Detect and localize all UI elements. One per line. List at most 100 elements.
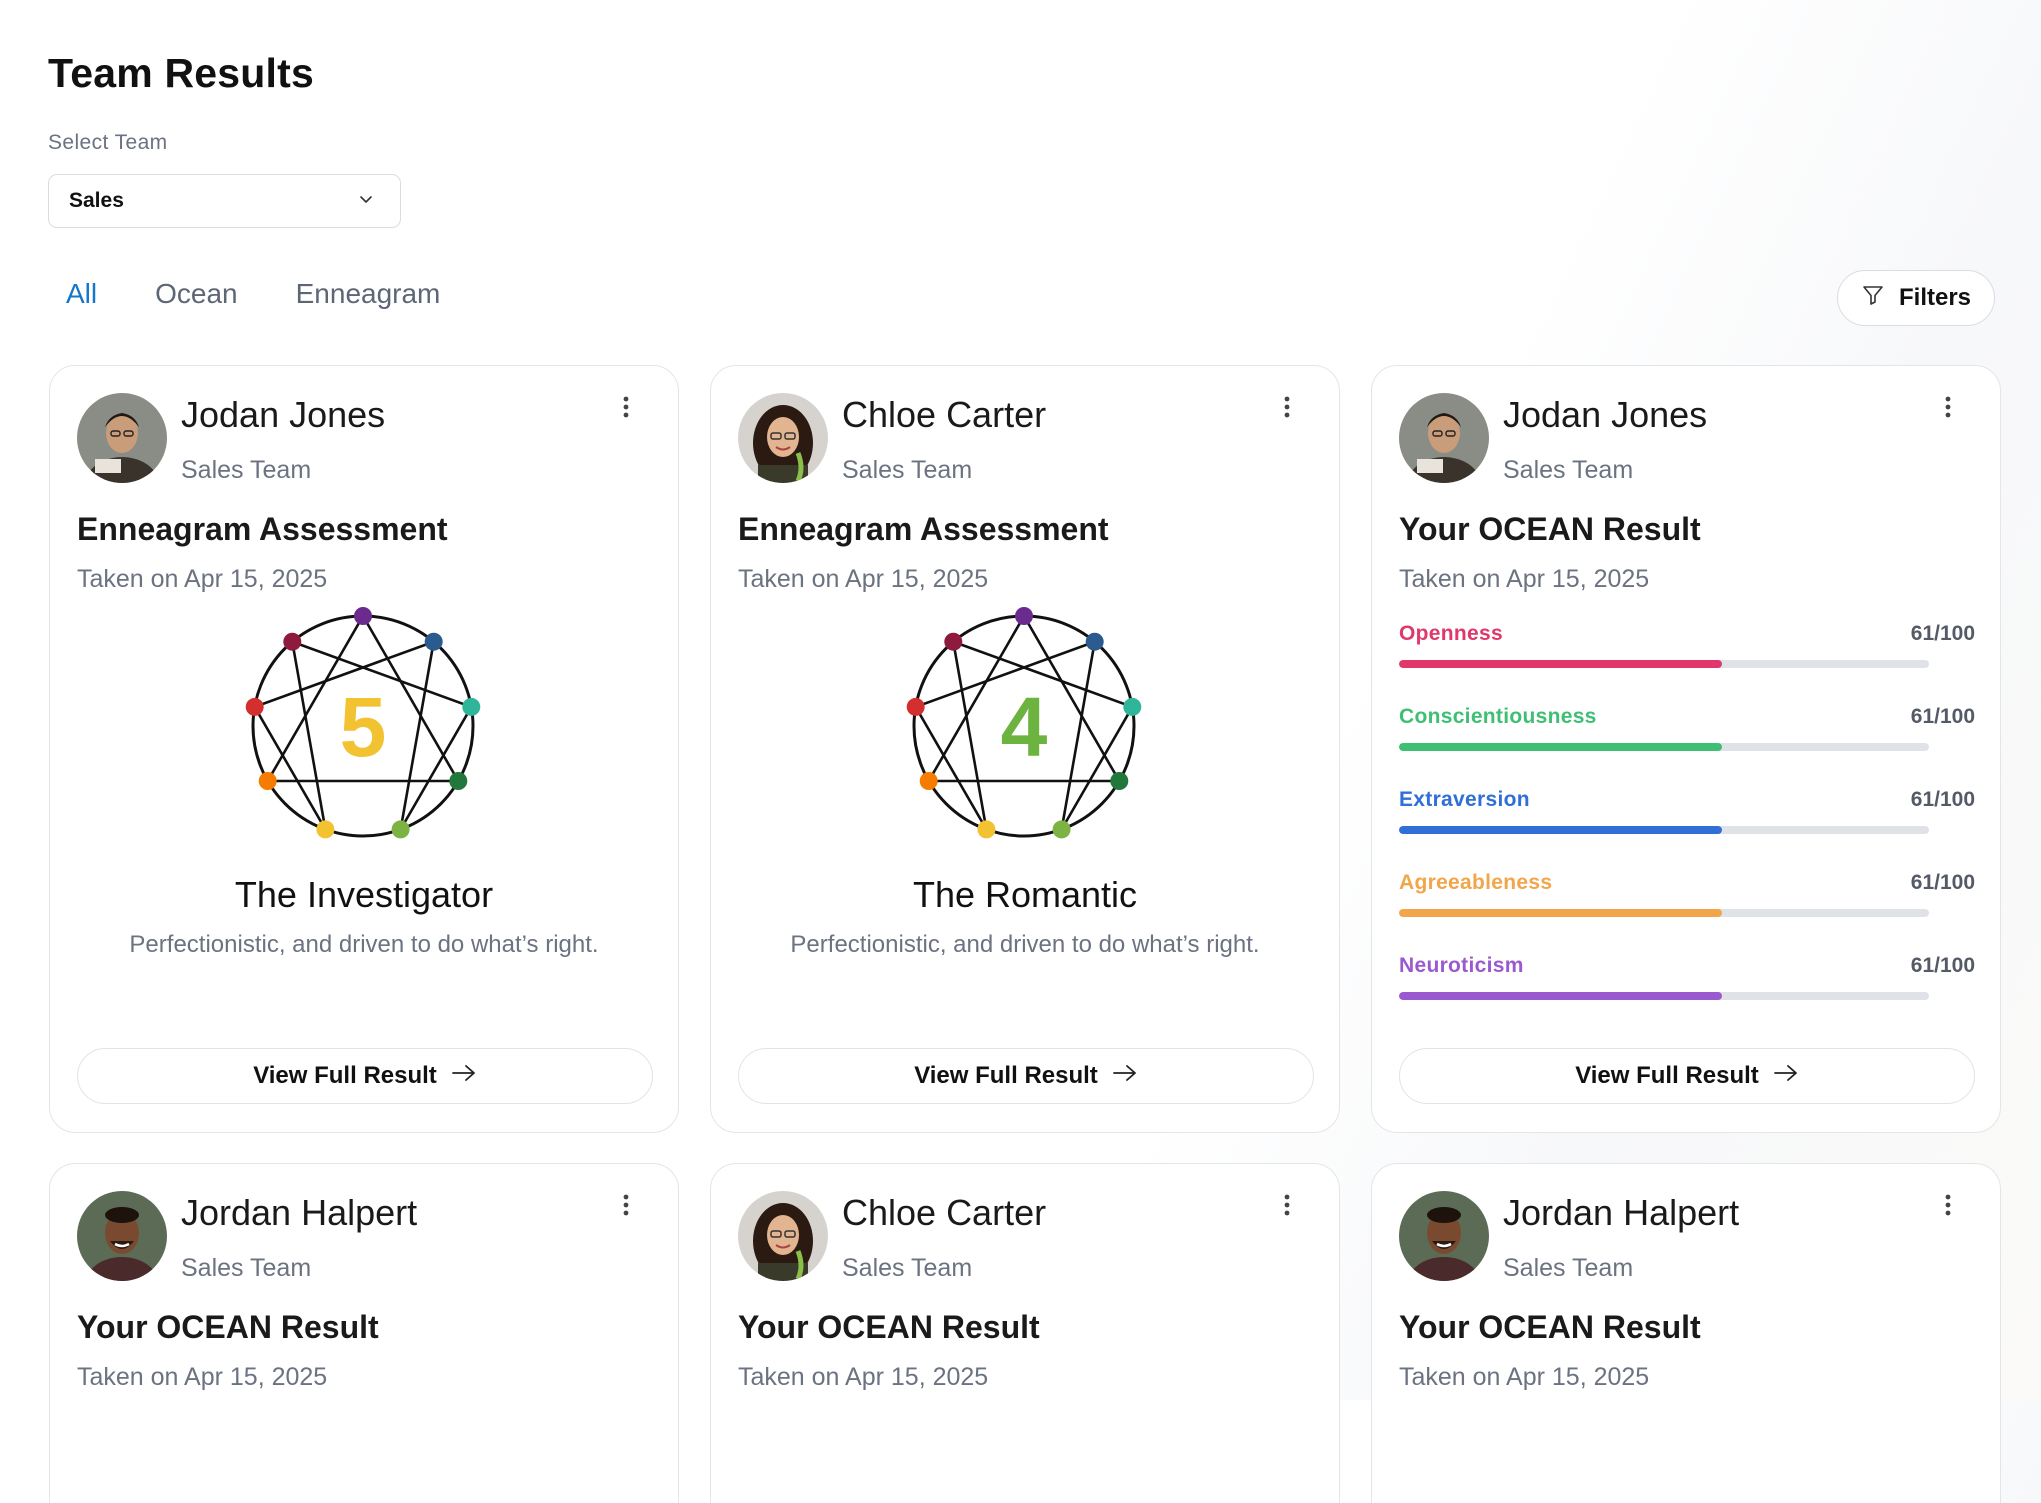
view-full-result-button[interactable]: View Full Result (77, 1048, 653, 1104)
trait-row: Extraversion 61/100 (1399, 788, 1975, 838)
select-team-label: Select Team (48, 131, 168, 154)
more-options-icon[interactable] (618, 394, 634, 424)
enneagram-node (1123, 697, 1142, 716)
result-card: Chloe Carter Sales Team Your OCEAN Result T… (710, 1163, 1340, 1503)
avatar (1399, 1191, 1489, 1281)
result-title: Enneagram Assessment (738, 511, 1109, 547)
result-tabs: All Ocean Enneagram (66, 278, 440, 310)
enneagram-chart: 4 (904, 606, 1144, 846)
taken-date: Taken on Apr 15, 2025 (738, 1363, 989, 1391)
avatar (77, 393, 167, 483)
view-full-result-label: View Full Result (253, 1062, 437, 1089)
avatar (738, 393, 828, 483)
person-team: Sales Team (1503, 1254, 1634, 1282)
taken-date: Taken on Apr 15, 2025 (77, 565, 328, 593)
tab-enneagram[interactable]: Enneagram (296, 278, 441, 310)
trait-label: Agreeableness (1399, 871, 1553, 894)
person-name: Chloe Carter (842, 1192, 1047, 1233)
enneagram-diagram: 5 (245, 607, 481, 839)
view-full-result-label: View Full Result (914, 1062, 1098, 1089)
taken-date: Taken on Apr 15, 2025 (1399, 1363, 1650, 1391)
trait-score: 61/100 (1910, 705, 1975, 728)
view-full-result-button[interactable]: View Full Result (738, 1048, 1314, 1104)
enneagram-chart: 5 (243, 606, 483, 846)
person-team: Sales Team (181, 456, 312, 484)
trait-label: Extraversion (1399, 788, 1530, 811)
enneagram-node (1110, 772, 1129, 790)
result-title: Your OCEAN Result (77, 1309, 379, 1345)
enneagram-node (258, 772, 277, 790)
trait-progress-fill (1399, 826, 1723, 834)
type-name: The Romantic (912, 874, 1138, 915)
avatar (1399, 393, 1489, 483)
person-name: Jodan Jones (181, 394, 386, 435)
person-name: Jodan Jones (1503, 394, 1708, 435)
enneagram-number: 4 (1001, 680, 1048, 774)
enneagram-number: 5 (340, 680, 387, 774)
enneagram-node (1052, 820, 1071, 839)
enneagram-node (1015, 607, 1033, 625)
result-card: Jordan Halpert Sales Team Your OCEAN Resul… (1371, 1163, 2001, 1503)
filter-icon (1861, 283, 1885, 314)
more-options-icon[interactable] (1940, 394, 1956, 424)
trait-row: Openness 61/100 (1399, 622, 1975, 672)
person-team: Sales Team (181, 1254, 312, 1282)
taken-date: Taken on Apr 15, 2025 (77, 1363, 328, 1391)
type-description: Perfectionistic, and driven to do what’s… (129, 931, 599, 958)
result-card: Jordan Halpert Sales Team Your OCEAN Resul… (49, 1163, 679, 1503)
trait-label: Neuroticism (1399, 954, 1524, 977)
person-team: Sales Team (842, 456, 973, 484)
enneagram-node (919, 772, 938, 790)
view-full-result-label: View Full Result (1575, 1062, 1759, 1089)
trait-label: Conscientiousness (1399, 705, 1597, 728)
result-title: Enneagram Assessment (77, 511, 448, 547)
trait-score: 61/100 (1910, 788, 1975, 811)
trait-score: 61/100 (1910, 871, 1975, 894)
trait-row: Conscientiousness 61/100 (1399, 705, 1975, 755)
trait-progress-fill (1399, 909, 1723, 917)
enneagram-node (424, 632, 443, 651)
more-options-icon[interactable] (1940, 1192, 1956, 1222)
trait-label: Openness (1399, 622, 1503, 645)
trait-progress-fill (1399, 992, 1723, 1000)
result-card: Chloe Carter Sales Team Enneagram Assessme… (710, 365, 1340, 1133)
avatar (77, 1191, 167, 1281)
more-options-icon[interactable] (618, 1192, 634, 1222)
person-team: Sales Team (842, 1254, 973, 1282)
avatar (738, 1191, 828, 1281)
type-name: The Investigator (234, 874, 494, 915)
arrow-right-icon (451, 1062, 477, 1090)
chevron-down-icon (358, 189, 374, 213)
tab-ocean[interactable]: Ocean (155, 278, 238, 310)
arrow-right-icon (1112, 1062, 1138, 1090)
taken-date: Taken on Apr 15, 2025 (1399, 565, 1650, 593)
tab-all[interactable]: All (66, 278, 97, 310)
enneagram-node (449, 772, 468, 790)
enneagram-node (245, 697, 264, 716)
type-description: Perfectionistic, and driven to do what’s… (790, 931, 1260, 958)
trait-progress-track (1399, 826, 1929, 834)
team-select-value: Sales (69, 189, 124, 212)
enneagram-node (283, 632, 302, 651)
result-card: Jodan Jones Sales Team Enneagram Assessmen… (49, 365, 679, 1133)
trait-progress-track (1399, 743, 1929, 751)
filters-button[interactable]: Filters (1837, 270, 1995, 326)
more-options-icon[interactable] (1279, 394, 1295, 424)
team-select[interactable]: Sales (48, 174, 401, 228)
enneagram-node (316, 820, 335, 839)
enneagram-node (1085, 632, 1104, 651)
enneagram-node (354, 607, 372, 625)
enneagram-node (944, 632, 963, 651)
view-full-result-button[interactable]: View Full Result (1399, 1048, 1975, 1104)
enneagram-node (977, 820, 996, 839)
filters-label: Filters (1898, 284, 1972, 311)
person-name: Chloe Carter (842, 394, 1047, 435)
person-team: Sales Team (1503, 456, 1634, 484)
enneagram-node (906, 697, 925, 716)
trait-progress-fill (1399, 660, 1723, 668)
enneagram-diagram: 4 (906, 607, 1142, 839)
person-name: Jordan Halpert (1503, 1192, 1740, 1233)
result-card: Jodan Jones Sales Team Your OCEAN Result Ta… (1371, 365, 2001, 1133)
person-name: Jordan Halpert (181, 1192, 418, 1233)
more-options-icon[interactable] (1279, 1192, 1295, 1222)
